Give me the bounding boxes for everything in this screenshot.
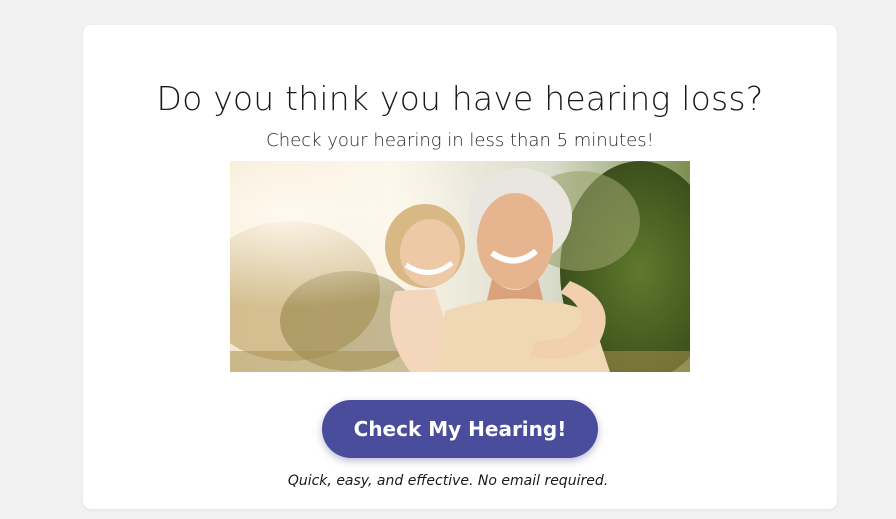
check-my-hearing-button[interactable]: Check My Hearing! (322, 400, 598, 458)
page-title: Do you think you have hearing loss? (156, 79, 764, 118)
hero-photo (230, 161, 690, 372)
page-subtitle: Check your hearing in less than 5 minute… (266, 130, 654, 151)
reassurance-note: Quick, easy, and effective. No email req… (287, 473, 609, 489)
